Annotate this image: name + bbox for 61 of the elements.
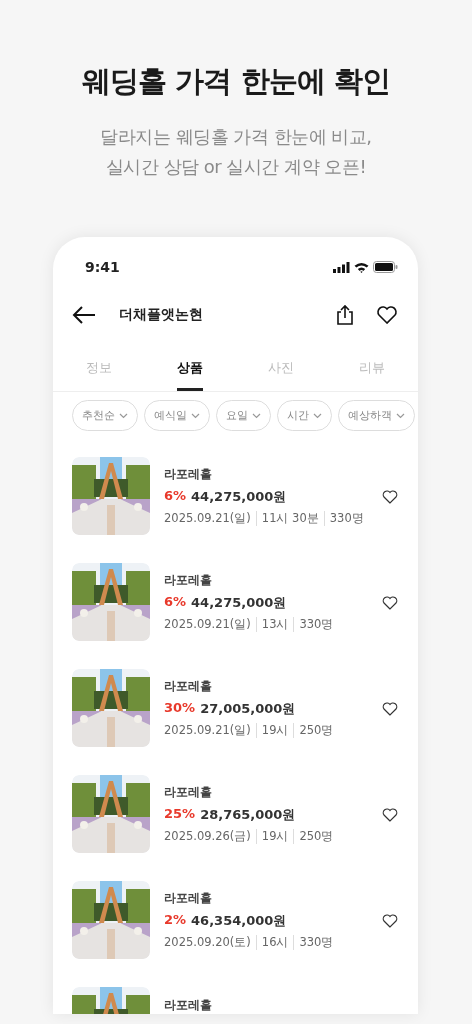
- product-name: 라포레홀: [164, 890, 213, 907]
- heart-icon[interactable]: [382, 488, 398, 504]
- product-detail: 13시: [255, 617, 294, 632]
- discount-rate: 6%: [164, 594, 187, 611]
- battery-icon: [373, 261, 398, 273]
- wifi-icon: [354, 261, 369, 273]
- discount-rate: 30%: [164, 700, 196, 717]
- product-detail: 2025.09.21(일): [164, 723, 252, 738]
- caret-icon: [396, 412, 405, 419]
- product-detail: 250명: [293, 829, 339, 844]
- filter-chip[interactable]: 예상하객: [338, 400, 415, 431]
- product-detail: 2025.09.20(토): [164, 935, 252, 950]
- discount-rate: 6%: [164, 488, 187, 505]
- product-price: 27,005,000원: [200, 700, 296, 718]
- signal-icon: [333, 261, 350, 273]
- subtitle-line: 실시간 상담 or 실시간 계약 오픈!: [105, 155, 367, 179]
- heart-icon[interactable]: [382, 594, 398, 610]
- caret-icon: [191, 412, 200, 419]
- product-detail: 250명: [293, 723, 339, 738]
- filter-chip[interactable]: 예식일: [144, 400, 210, 431]
- product-name: 라포레홀: [164, 678, 213, 695]
- product-name: 라포레홀: [164, 466, 213, 483]
- subtitle-line: 달라지는 웨딩홀 가격 한눈에 비교,: [100, 125, 372, 149]
- filter-chip[interactable]: 요일: [216, 400, 271, 431]
- product-price: 44,275,000원: [191, 594, 287, 612]
- heart-icon[interactable]: [376, 304, 398, 326]
- product-name: 라포레홀: [164, 997, 213, 1014]
- caret-icon: [313, 412, 322, 419]
- filter-chip[interactable]: 추천순: [72, 400, 138, 431]
- product-detail: 2025.09.21(일): [164, 617, 252, 632]
- discount-rate: 25%: [164, 806, 196, 823]
- heart-icon[interactable]: [382, 806, 398, 822]
- heart-icon[interactable]: [382, 700, 398, 716]
- product-price: 44,275,000원: [191, 488, 287, 506]
- share-icon[interactable]: [334, 304, 356, 326]
- product-price: 46,354,000원: [191, 912, 287, 930]
- product-detail: 11시 30분: [255, 511, 324, 526]
- product-detail: 19시: [255, 829, 294, 844]
- product-detail: 2025.09.21(일): [164, 511, 252, 526]
- product-detail: 330명: [293, 617, 339, 632]
- product-detail: 330명: [323, 511, 369, 526]
- heart-icon[interactable]: [382, 912, 398, 928]
- back-arrow-icon[interactable]: [71, 305, 97, 325]
- headline: 웨딩홀 가격 한눈에 확인: [82, 63, 390, 100]
- product-detail: 19시: [255, 723, 294, 738]
- venue-title: 더채플앳논현: [119, 306, 204, 324]
- caret-icon: [119, 412, 128, 419]
- filter-chip[interactable]: 시간: [277, 400, 332, 431]
- product-price: 28,765,000원: [200, 806, 296, 824]
- tab[interactable]: 정보: [53, 349, 145, 391]
- tab[interactable]: 리뷰: [326, 349, 418, 391]
- product-detail: 16시: [255, 935, 294, 950]
- status-time: 9:41: [85, 259, 120, 275]
- discount-rate: 2%: [164, 912, 187, 929]
- caret-icon: [252, 412, 261, 419]
- product-detail: 2025.09.26(금): [164, 829, 252, 844]
- product-name: 라포레홀: [164, 572, 213, 589]
- tab[interactable]: 사진: [235, 349, 327, 391]
- product-name: 라포레홀: [164, 784, 213, 801]
- product-detail: 330명: [293, 935, 339, 950]
- tab[interactable]: 상품: [144, 349, 236, 391]
